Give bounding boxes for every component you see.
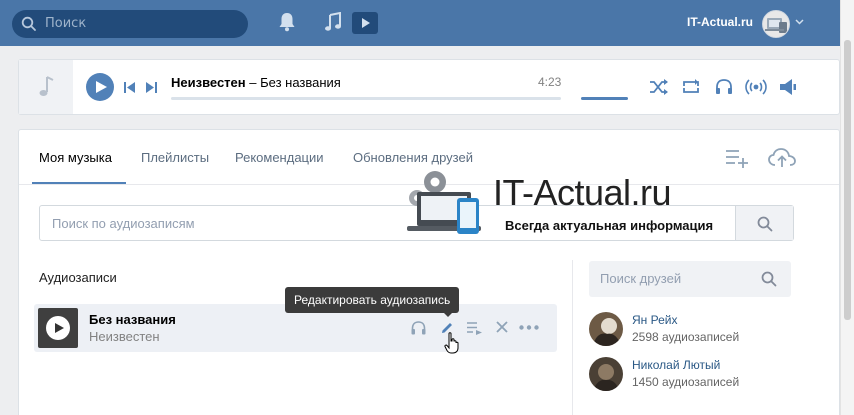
music-note-icon — [39, 76, 54, 96]
audio-search-placeholder: Поиск по аудиозаписям — [52, 216, 195, 231]
add-playlist-icon[interactable] — [725, 148, 749, 168]
audio-row-play-button[interactable] — [38, 308, 78, 348]
friend-name[interactable]: Ян Рейх — [632, 313, 677, 327]
player-cover — [19, 60, 73, 114]
tab-friends-updates[interactable]: Обновления друзей — [353, 150, 473, 165]
page-scrollbar[interactable] — [840, 0, 854, 415]
search-icon — [761, 271, 777, 287]
friend-item[interactable]: Николай Лютый 1450 аудиозаписей — [589, 357, 809, 397]
scrollbar-thumb[interactable] — [844, 40, 851, 320]
global-search-input[interactable]: Поиск — [12, 10, 248, 38]
previous-track-icon[interactable] — [124, 82, 136, 93]
broadcast-icon[interactable] — [745, 79, 767, 95]
next-track-icon[interactable] — [145, 82, 157, 93]
play-icon — [96, 81, 107, 93]
watermark-subtitle: Всегда актуальная информация — [505, 218, 714, 233]
watermark-logo-icon — [407, 171, 481, 234]
friend-audio-count: 2598 аудиозаписей — [632, 330, 740, 344]
friend-audio-count: 1450 аудиозаписей — [632, 375, 740, 389]
video-play-icon[interactable] — [352, 12, 378, 34]
player-track-separator: – — [245, 75, 261, 90]
player-duration: 4:23 — [538, 75, 562, 89]
search-icon — [757, 216, 773, 232]
speaker-icon[interactable] — [779, 79, 797, 95]
music-panel: Моя музыка Плейлисты Рекомендации Обновл… — [18, 129, 840, 415]
player-progress-bar[interactable] — [171, 97, 561, 100]
tab-my-music[interactable]: Моя музыка — [39, 150, 112, 165]
player-track-artist: Неизвестен — [171, 75, 246, 90]
headphones-icon[interactable] — [411, 321, 426, 335]
audio-search-button[interactable] — [735, 206, 793, 240]
upload-cloud-icon[interactable] — [768, 148, 796, 168]
top-bar: Поиск IT-Actual.ru — [0, 0, 840, 46]
audio-section-title: Аудиозаписи — [39, 270, 117, 285]
tab-recommendations[interactable]: Рекомендации — [235, 150, 324, 165]
watermark-title: IT-Actual.ru — [493, 172, 672, 213]
edit-audio-tooltip: Редактировать аудиозапись — [285, 287, 460, 313]
audio-row-artist[interactable]: Неизвестен — [89, 329, 160, 344]
global-search-placeholder: Поиск — [45, 16, 87, 31]
friends-search-placeholder: Поиск друзей — [600, 271, 682, 286]
player-volume-bar[interactable] — [581, 97, 628, 100]
player-track-title: Без названия — [260, 75, 341, 90]
repeat-icon[interactable] — [681, 79, 701, 95]
search-icon — [21, 16, 36, 31]
headphones-icon[interactable] — [715, 79, 733, 95]
sidebar-divider — [572, 260, 573, 415]
player-track-info: Неизвестен – Без названия — [171, 75, 341, 90]
friend-item[interactable]: Ян Рейх 2598 аудиозаписей — [589, 312, 809, 352]
audio-player: Неизвестен – Без названия 4:23 — [18, 59, 840, 115]
add-to-queue-icon[interactable] — [466, 321, 483, 335]
play-icon — [55, 323, 64, 333]
shuffle-icon[interactable] — [649, 79, 669, 95]
watermark: IT-Actual.ru Всегда актуальная информаци… — [395, 166, 740, 238]
player-play-button[interactable] — [86, 73, 114, 101]
tab-playlists[interactable]: Плейлисты — [141, 150, 209, 165]
audio-row-title: Без названия — [89, 312, 176, 327]
delete-icon[interactable] — [496, 321, 508, 333]
friend-avatar[interactable] — [589, 357, 623, 391]
friend-avatar[interactable] — [589, 312, 623, 346]
more-options-icon[interactable] — [519, 325, 539, 330]
friends-search-input[interactable]: Поиск друзей — [589, 261, 791, 297]
tooltip-arrow — [443, 312, 453, 317]
bell-icon[interactable] — [278, 12, 296, 32]
friend-name[interactable]: Николай Лютый — [632, 358, 720, 372]
profile-name[interactable]: IT-Actual.ru — [687, 15, 753, 29]
hand-cursor-icon — [444, 332, 459, 354]
chevron-down-icon[interactable] — [795, 17, 804, 26]
avatar-devices-icon — [765, 18, 787, 33]
profile-avatar[interactable] — [762, 10, 790, 38]
music-note-icon[interactable] — [324, 12, 342, 32]
